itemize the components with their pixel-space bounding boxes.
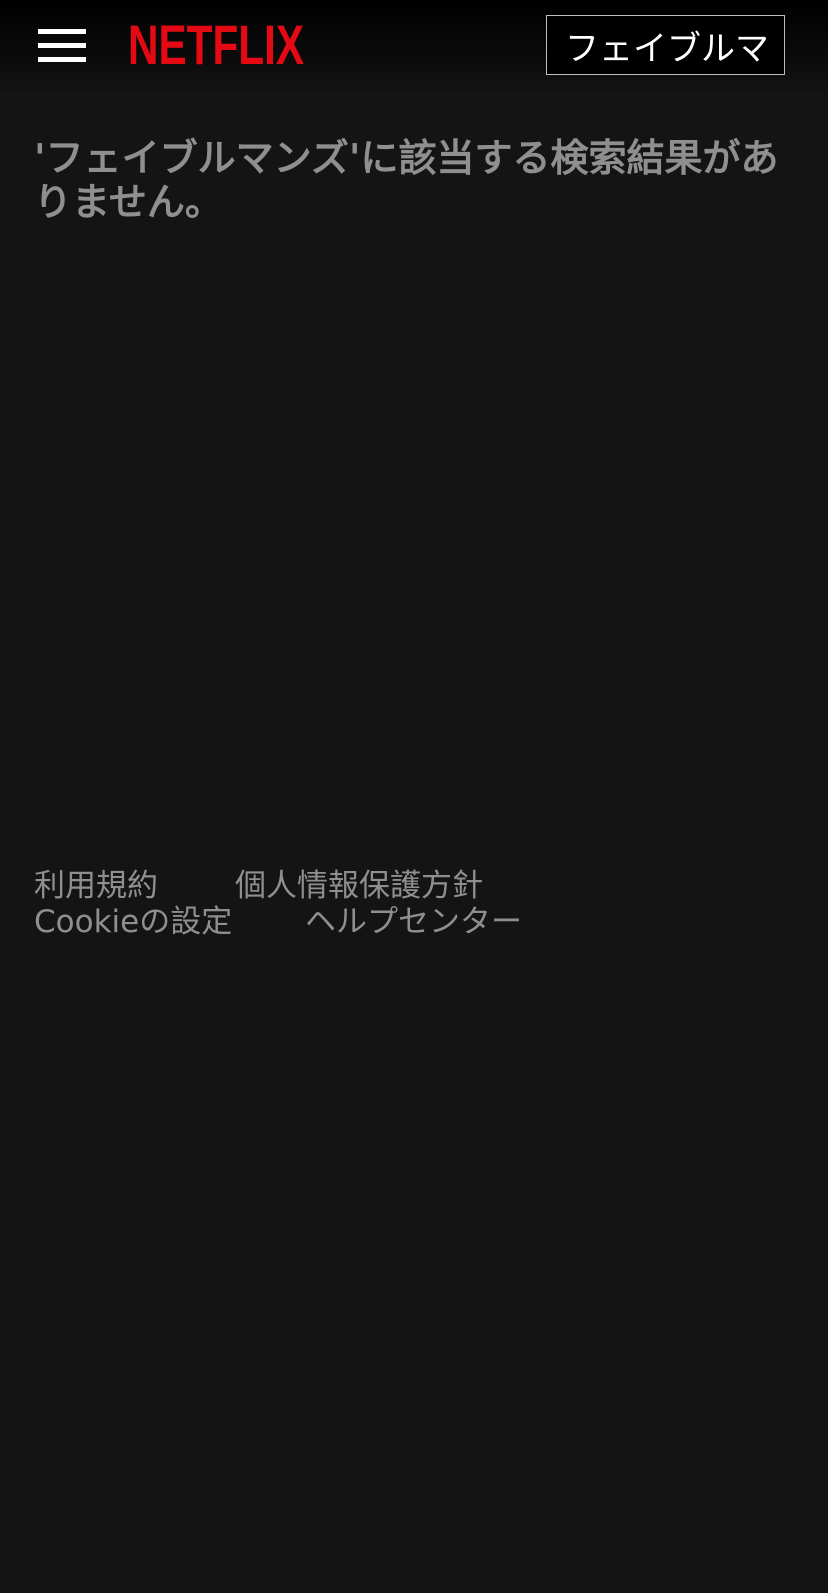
help-center-link[interactable]: ヘルプセンター [305,904,522,940]
netflix-logo[interactable]: NETFLIX [128,18,306,70]
menu-bar-line [38,43,86,48]
terms-of-use-link[interactable]: 利用規約 [34,868,158,904]
search-input[interactable] [546,15,785,75]
footer-row: Cookieの設定 ヘルプセンター [34,904,794,940]
logo-text: NETFLIX [128,18,304,70]
top-header: NETFLIX [0,0,828,96]
menu-bar-line [38,29,86,34]
privacy-policy-link[interactable]: 個人情報保護方針 [235,868,483,904]
menu-bar-line [38,57,86,62]
cookie-settings-link[interactable]: Cookieの設定 [34,904,232,940]
footer-row: 利用規約 個人情報保護方針 [34,868,794,904]
hamburger-menu-icon[interactable] [36,26,88,66]
no-results-message: 'フェイブルマンズ'に該当する検索結果がありません。 [34,136,779,224]
footer-links: 利用規約 個人情報保護方針 Cookieの設定 ヘルプセンター [34,868,794,940]
